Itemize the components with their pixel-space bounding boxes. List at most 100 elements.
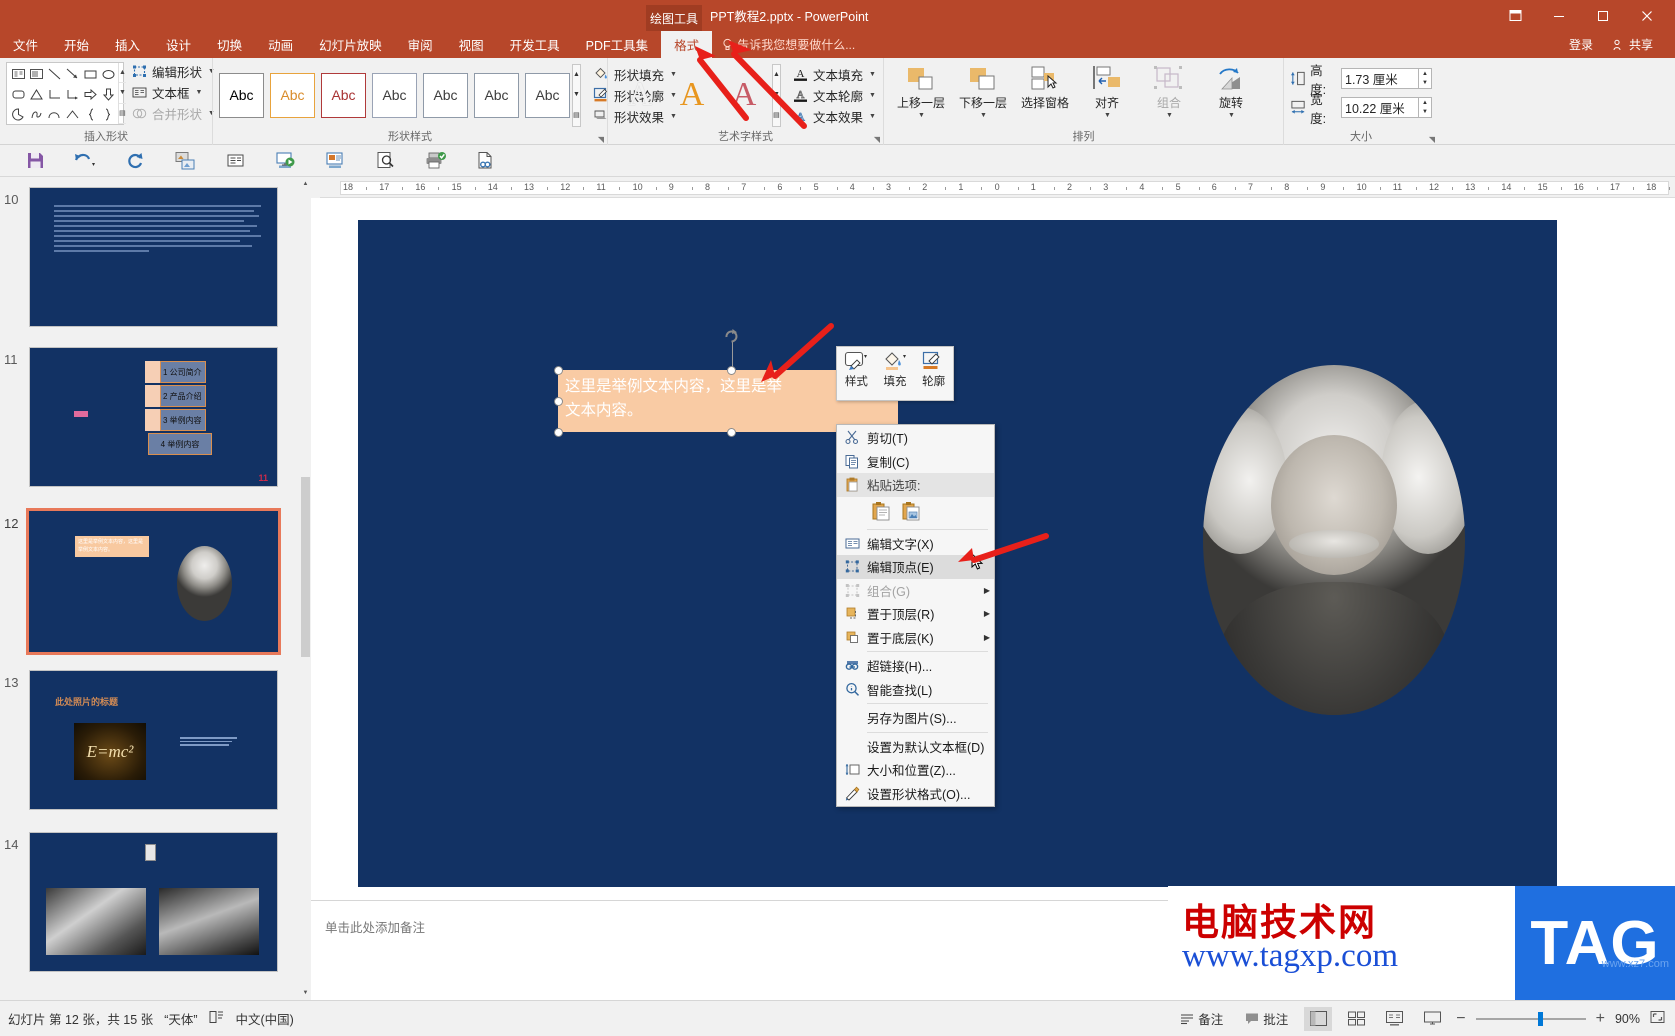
resize-handle-top-center[interactable] [727, 366, 736, 375]
wordart-style-1[interactable]: A [666, 70, 718, 120]
chevron-down-icon[interactable]: ▼ [980, 112, 987, 119]
shape-vertical-textbox-icon[interactable] [27, 64, 45, 84]
send-backward-button[interactable]: 下移一层 ▼ [952, 62, 1014, 119]
shapes-gallery[interactable]: ▲ ▼ ▤ [6, 62, 126, 125]
shape-pie-icon[interactable] [9, 104, 27, 124]
undo-icon[interactable] [60, 146, 110, 176]
shape-style-2[interactable]: Abc [321, 72, 366, 118]
minibar-outline-button[interactable]: 轮廓 [914, 347, 953, 400]
text-effects-button[interactable]: A 文本效果 ▼ [791, 107, 881, 126]
width-decrease-icon[interactable]: ▼ [1419, 108, 1431, 118]
context-menu-item-save-as-picture[interactable]: 另存为图片(S)... [837, 706, 994, 730]
comments-toggle-button[interactable]: 批注 [1239, 1007, 1294, 1030]
edit-shape-button[interactable]: 编辑形状 ▼ [130, 62, 220, 81]
styles-scroll-up-icon[interactable]: ▲ [573, 65, 580, 85]
tab-animations[interactable]: 动画 [255, 31, 306, 58]
context-menu-item-format-shape[interactable]: 设置形状格式(O)... [837, 782, 994, 806]
language-label[interactable]: 中文(中国) [236, 1009, 294, 1028]
shape-rounded-rect-icon[interactable] [9, 84, 27, 104]
present-from-current-icon[interactable] [310, 146, 360, 176]
align-button[interactable]: 对齐 ▼ [1076, 62, 1138, 119]
width-input[interactable]: 10.22 厘米 [1341, 97, 1419, 118]
tab-view[interactable]: 视图 [446, 31, 497, 58]
height-input[interactable]: 1.73 厘米 [1341, 68, 1419, 89]
shape-line-icon[interactable] [45, 64, 63, 84]
thumbnail-frame-11[interactable]: 1 公司简介 2 产品介绍 3 举例内容 4 举例内容 11 [29, 347, 278, 487]
slide-thumbnail-pane[interactable]: 10 11 1 公司简介 2 产品介绍 3 举例内容 4 举例内容 11 12 … [0, 177, 311, 1000]
shape-styles-dialog-launcher[interactable]: ◥ [598, 135, 604, 144]
insert-textbox-icon[interactable] [210, 146, 260, 176]
new-slide-icon[interactable] [160, 146, 210, 176]
tab-slideshow[interactable]: 幻灯片放映 [306, 31, 395, 58]
shape-style-5[interactable]: Abc [474, 72, 519, 118]
fit-slide-button[interactable] [1650, 1010, 1665, 1027]
chevron-down-icon[interactable]: ▼ [196, 89, 203, 96]
rotation-handle-icon[interactable] [724, 328, 739, 343]
shape-styles-gallery[interactable]: Abc Abc Abc Abc Abc Abc Abc [219, 72, 570, 118]
shape-down-arrow-icon[interactable] [99, 84, 117, 104]
zoom-level-label[interactable]: 90% [1615, 1012, 1640, 1026]
context-menu-item-group[interactable]: 组合(G) ▶ [837, 579, 994, 603]
slide-info-label[interactable]: 幻灯片 第 12 张，共 15 张 [8, 1009, 153, 1028]
shape-arc-icon[interactable] [63, 104, 81, 124]
merge-shapes-button[interactable]: 合并形状 ▼ [130, 104, 220, 123]
shape-style-3[interactable]: Abc [372, 72, 417, 118]
tab-design[interactable]: 设计 [153, 31, 204, 58]
group-button[interactable]: 组合 ▼ [1138, 62, 1200, 119]
resize-handle-top-left[interactable] [554, 366, 563, 375]
tab-review[interactable]: 审阅 [395, 31, 446, 58]
minibar-style-button[interactable]: 样式 [837, 347, 876, 400]
scroll-down-arrow-icon[interactable]: ▼ [300, 986, 311, 1000]
resize-handle-middle-left[interactable] [554, 397, 563, 406]
height-stepper[interactable]: ▲ ▼ [1419, 68, 1432, 89]
bring-forward-button[interactable]: 上移一层 ▼ [890, 62, 952, 119]
shape-freeform-icon[interactable] [27, 104, 45, 124]
share-button[interactable]: 共享 [1605, 36, 1661, 53]
context-menu[interactable]: 剪切(T) 复制(C) 粘贴选项: 编辑文字(X) 编辑顶点(E) 组合(G) … [836, 424, 995, 807]
context-menu-item-set-default-textbox[interactable]: 设置为默认文本框(D) [837, 735, 994, 759]
shape-oval-icon[interactable] [99, 64, 117, 84]
tab-developer[interactable]: 开发工具 [497, 31, 573, 58]
chevron-down-icon[interactable]: ▼ [1166, 112, 1173, 119]
redo-icon[interactable] [110, 146, 160, 176]
chevron-down-icon[interactable]: ▼ [1104, 112, 1111, 119]
tab-home[interactable]: 开始 [51, 31, 102, 58]
shape-rectangle-icon[interactable] [81, 64, 99, 84]
thumbnail-slide-14[interactable]: 14 [0, 832, 300, 975]
size-dialog-launcher[interactable]: ◥ [1429, 135, 1435, 144]
shape-styles-scroll[interactable]: ▲ ▼ ▤ [572, 63, 581, 127]
reading-view-button[interactable] [1380, 1007, 1408, 1031]
scroll-up-arrow-icon[interactable]: ▲ [300, 177, 311, 191]
notes-toggle-button[interactable]: 备注 [1174, 1007, 1229, 1030]
wordart-more-icon[interactable]: ▤ [773, 105, 780, 125]
close-button[interactable] [1625, 0, 1669, 31]
shape-curve-icon[interactable] [45, 104, 63, 124]
context-menu-item-copy[interactable]: 复制(C) [837, 450, 994, 474]
wordart-style-2[interactable]: A [718, 70, 770, 120]
wordart-dialog-launcher[interactable]: ◥ [874, 135, 880, 144]
chevron-down-icon[interactable]: ▼ [918, 112, 925, 119]
minimize-button[interactable] [1537, 0, 1581, 31]
shape-style-1[interactable]: Abc [270, 72, 315, 118]
shape-elbow-connector-icon[interactable] [45, 84, 63, 104]
shape-right-arrow-icon[interactable] [81, 84, 99, 104]
context-menu-item-size-and-position[interactable]: 大小和位置(Z)... [837, 758, 994, 782]
slideshow-button[interactable] [1418, 1007, 1446, 1031]
tab-transitions[interactable]: 切换 [204, 31, 255, 58]
styles-more-icon[interactable]: ▤ [573, 105, 580, 125]
paste-picture-icon[interactable] [899, 499, 924, 524]
chevron-down-icon[interactable]: ▼ [869, 113, 876, 120]
theme-label[interactable]: “天体” [164, 1009, 197, 1028]
einstein-portrait-image[interactable] [1203, 365, 1465, 715]
ribbon-display-options-icon[interactable] [1493, 0, 1537, 31]
minibar-fill-button[interactable]: 填充 [876, 347, 915, 400]
width-increase-icon[interactable]: ▲ [1419, 98, 1431, 108]
context-menu-item-send-to-back[interactable]: 置于底层(K) ▶ [837, 626, 994, 650]
tab-format[interactable]: 格式 [661, 31, 713, 58]
zoom-in-button[interactable]: + [1596, 1010, 1605, 1028]
tab-file[interactable]: 文件 [0, 31, 51, 58]
height-increase-icon[interactable]: ▲ [1419, 69, 1431, 79]
thumbnail-slide-11[interactable]: 11 1 公司简介 2 产品介绍 3 举例内容 4 举例内容 11 [0, 347, 300, 490]
shape-style-4[interactable]: Abc [423, 72, 468, 118]
start-slideshow-icon[interactable] [260, 146, 310, 176]
